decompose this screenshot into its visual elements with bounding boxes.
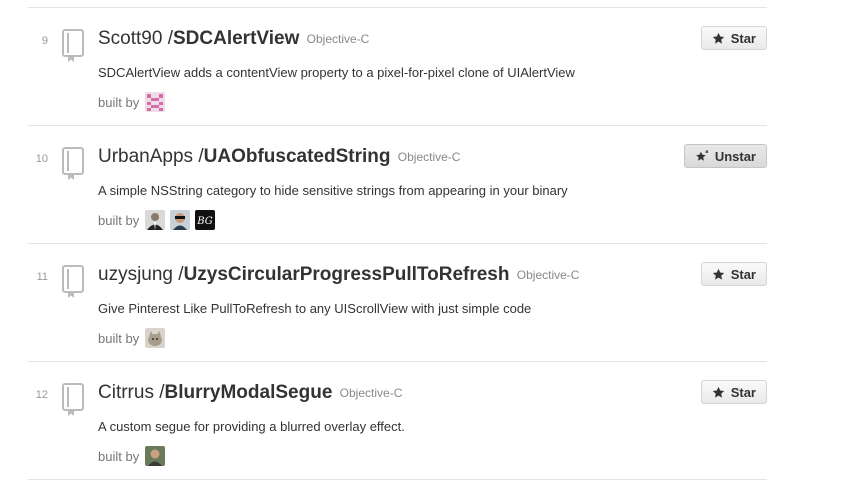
repo-item: 10 UrbanApps /UAObfuscatedString Objecti… (28, 126, 767, 244)
repo-language: Objective-C (397, 150, 461, 164)
repo-item: 11 uzysjung /UzysCircularProgressPullToR… (28, 244, 767, 362)
contributor-avatar[interactable] (145, 328, 166, 348)
star-button[interactable]: Star (700, 26, 767, 50)
built-by-label: built by (98, 330, 140, 346)
unstar-button[interactable]: Unstar (683, 144, 767, 168)
repo-rank: 9 (41, 35, 48, 47)
repo-list: 9 Scott90 /SDCAlertView Objective-C SDCA… (28, 0, 767, 480)
contributor-avatar[interactable]: BG (195, 210, 216, 230)
repo-book-icon (62, 383, 84, 416)
repo-language: Objective-C (339, 386, 403, 400)
repo-name-link[interactable]: UzysCircularProgressPullToRefresh (184, 264, 510, 285)
repo-rank: 10 (35, 153, 48, 165)
repo-book-icon (62, 29, 84, 62)
svg-text:BG: BG (196, 216, 213, 227)
contributor-avatar[interactable] (145, 210, 166, 230)
repo-title[interactable]: Citrrus /BlurryModalSegue Objective-C (98, 381, 402, 406)
repo-rank: 12 (35, 389, 48, 401)
repo-name-link[interactable]: UAObfuscatedString (204, 146, 391, 167)
built-by-label: built by (98, 448, 140, 464)
contributor-avatar[interactable] (145, 92, 166, 112)
repo-item: 9 Scott90 /SDCAlertView Objective-C SDCA… (28, 8, 767, 126)
repo-item: 12 Citrrus /BlurryModalSegue Objective-C… (28, 362, 767, 480)
unstar-button-label: Unstar (714, 148, 756, 164)
built-by-label: built by (98, 94, 140, 110)
repo-book-icon (62, 265, 84, 298)
repo-owner-link[interactable]: Citrrus (98, 382, 154, 403)
repo-title[interactable]: Scott90 /SDCAlertView Objective-C (98, 27, 369, 52)
star-icon (712, 386, 724, 398)
repo-language: Objective-C (306, 32, 370, 46)
repo-description: Give Pinterest Like PullToRefresh to any… (98, 301, 532, 316)
repo-book-icon (62, 147, 84, 180)
star-button-label: Star (730, 266, 756, 282)
repo-owner-link[interactable]: uzysjung (98, 264, 173, 285)
repo-title[interactable]: UrbanApps /UAObfuscatedString Objective-… (98, 145, 460, 170)
repo-description: SDCAlertView adds a contentView property… (98, 65, 575, 80)
repo-title[interactable]: uzysjung /UzysCircularProgressPullToRefr… (98, 263, 579, 288)
star-button-label: Star (730, 30, 756, 46)
repo-description: A simple NSString category to hide sensi… (98, 183, 568, 198)
repo-name-link[interactable]: SDCAlertView (173, 28, 299, 49)
unstar-icon (695, 149, 709, 161)
repo-owner-link[interactable]: UrbanApps (98, 146, 193, 167)
contributor-avatar[interactable] (170, 210, 191, 230)
star-icon (712, 268, 724, 280)
built-by-label: built by (98, 212, 140, 228)
contributor-avatar[interactable] (145, 446, 166, 466)
repo-description: A custom segue for providing a blurred o… (98, 419, 405, 434)
repo-rank: 11 (36, 271, 48, 283)
built-by: built by (98, 91, 170, 113)
built-by: built by BG (98, 209, 220, 231)
star-icon (712, 32, 724, 44)
built-by: built by (98, 445, 170, 467)
repo-name-link[interactable]: BlurryModalSegue (165, 382, 333, 403)
repo-owner-link[interactable]: Scott90 (98, 28, 162, 49)
star-button[interactable]: Star (700, 380, 767, 404)
star-button-label: Star (730, 384, 756, 400)
built-by: built by (98, 327, 170, 349)
repo-language: Objective-C (516, 268, 580, 282)
star-button[interactable]: Star (700, 262, 767, 286)
